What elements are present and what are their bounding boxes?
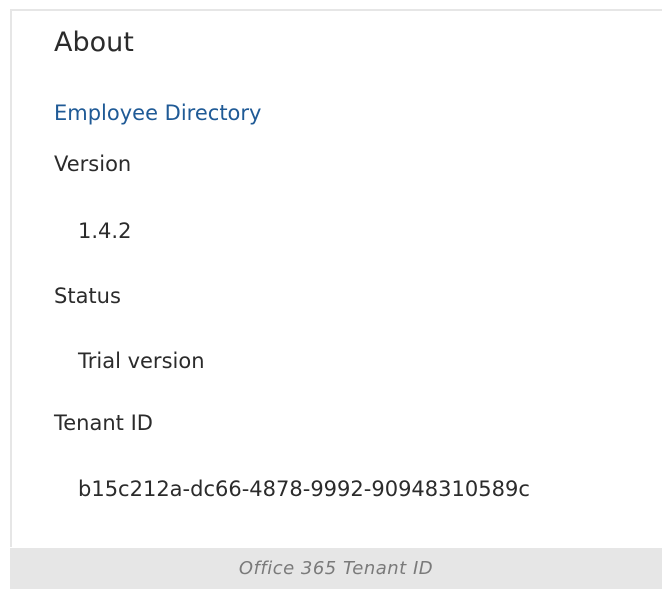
status-label: Status xyxy=(54,284,121,308)
version-value: 1.4.2 xyxy=(78,219,132,243)
tenant-id-value: b15c212a-dc66-4878-9992-90948310589c xyxy=(78,477,530,501)
about-heading: About xyxy=(54,27,134,58)
about-panel: About Employee Directory Version 1.4.2 S… xyxy=(10,9,662,547)
version-label: Version xyxy=(54,152,132,176)
status-value: Trial version xyxy=(78,349,205,373)
tenant-id-label: Tenant ID xyxy=(54,411,153,435)
image-caption: Office 365 Tenant ID xyxy=(238,558,434,579)
caption-bar: Office 365 Tenant ID xyxy=(10,548,662,589)
screenshot-frame: About Employee Directory Version 1.4.2 S… xyxy=(0,0,662,589)
app-name-link[interactable]: Employee Directory xyxy=(54,99,261,127)
